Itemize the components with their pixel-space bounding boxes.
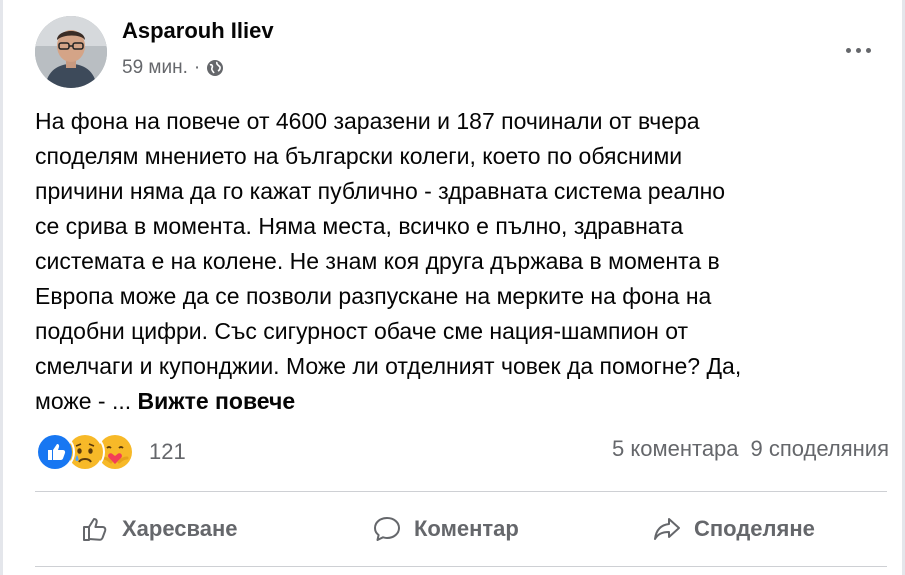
- share-icon: [654, 518, 680, 540]
- dot: [855, 47, 861, 53]
- dot: [865, 47, 871, 53]
- post-author[interactable]: Asparouh Iliev: [122, 18, 274, 44]
- avatar[interactable]: [35, 16, 107, 88]
- post-line: смелчаги и купонджии. Може ли отделният …: [35, 353, 742, 379]
- comments-count-link[interactable]: 5 коментара: [612, 436, 739, 462]
- like-button[interactable]: Харесване: [80, 508, 238, 550]
- avatar-photo: [35, 16, 107, 88]
- comment-button[interactable]: Коментар: [372, 508, 519, 550]
- meta-separator: ·: [193, 57, 201, 78]
- post-line: На фона на повече от 4600 заразени и 187…: [35, 108, 700, 134]
- divider: [35, 566, 887, 567]
- thumbs-up-icon: [83, 518, 107, 541]
- share-button-label: Споделяне: [694, 516, 815, 541]
- comment-icon: [374, 517, 400, 541]
- left-border: [0, 0, 3, 575]
- share-button[interactable]: Споделяне: [652, 508, 815, 550]
- post-line: споделям мнението на български колеги, к…: [35, 143, 683, 169]
- see-more-link[interactable]: Вижте повече: [138, 388, 296, 414]
- dot: [845, 47, 851, 53]
- shares-count-link[interactable]: 9 споделяния: [751, 436, 889, 462]
- post-text: На фона на повече от 4600 заразени и 187…: [35, 104, 885, 419]
- post-line: причини няма да го кажат публично - здра…: [35, 178, 726, 204]
- reactions-summary[interactable]: 121: [35, 432, 186, 472]
- post-line: Европа може да се позволи разпускане на …: [35, 283, 712, 309]
- post-timestamp[interactable]: 59 мин.: [122, 57, 188, 79]
- post-last-line: може - ... Вижте повече: [35, 384, 885, 419]
- more-options-icon[interactable]: [838, 32, 878, 68]
- divider: [35, 491, 887, 492]
- post-line: се срива в момента. Няма места, всичко е…: [35, 213, 684, 239]
- like-button-label: Харесване: [122, 516, 238, 541]
- like-reaction-icon: [35, 432, 75, 472]
- post-line: системата е на колене. Не знам коя друга…: [35, 248, 720, 274]
- globe-icon[interactable]: [206, 59, 224, 77]
- post-meta: 59 мин. ·: [122, 57, 224, 79]
- post-stats: 5 коментара 9 споделяния: [612, 436, 889, 462]
- reaction-count: 121: [149, 439, 186, 464]
- post-line: подобни цифри. Със сигурност обаче сме н…: [35, 318, 689, 344]
- comment-button-label: Коментар: [414, 516, 519, 541]
- post-line: може - ...: [35, 388, 138, 414]
